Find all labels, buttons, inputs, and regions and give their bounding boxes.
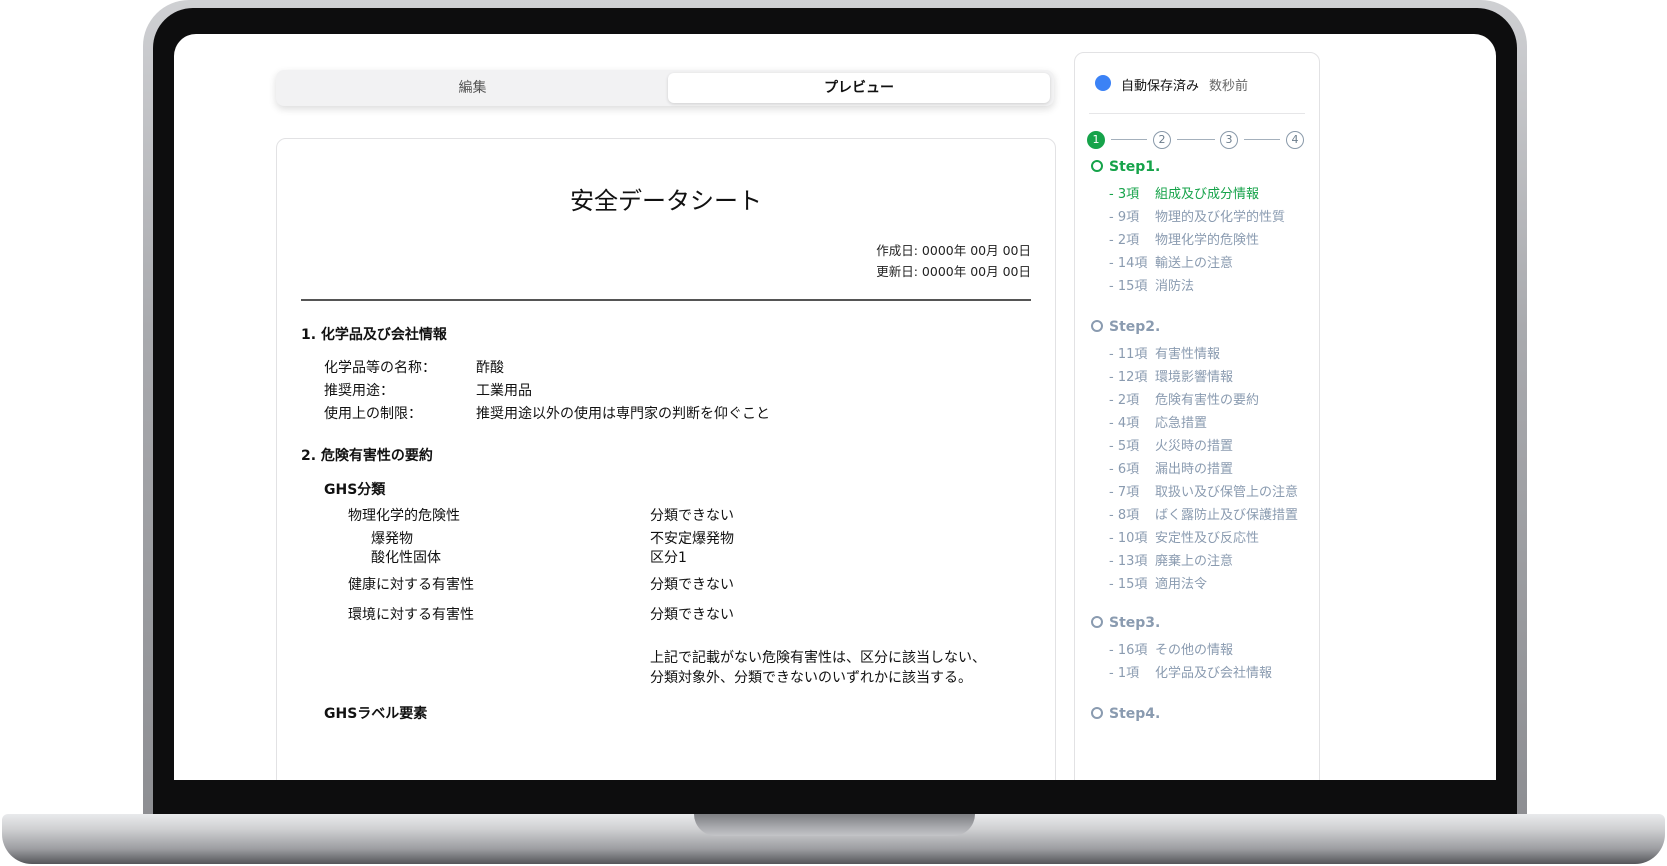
stepper-step-4[interactable]: 4 — [1286, 131, 1304, 149]
stepper-connector — [1177, 139, 1215, 140]
progress-panel: 自動保存済み 数秒前 1 2 3 4 Step1. - 3項 組成及び成分情報 -… — [1074, 52, 1320, 780]
step-item[interactable]: - 4項 応急措置 — [1109, 412, 1207, 431]
step-item[interactable]: - 3項 組成及び成分情報 — [1109, 183, 1259, 202]
updated-date: 更新日: 0000年 00月 00日 — [876, 264, 1031, 279]
hazard-value: 区分1 — [650, 550, 687, 566]
stepper-step-1[interactable]: 1 — [1087, 131, 1105, 149]
step-item[interactable]: - 5項 火災時の措置 — [1109, 435, 1233, 454]
hazard-label: 環境に対する有害性 — [348, 607, 474, 623]
hazard-value: 不安定爆発物 — [650, 531, 734, 547]
step-item[interactable]: - 8項 ばく露防止及び保護措置 — [1109, 504, 1298, 523]
field-label: 推奨用途： — [324, 383, 394, 399]
hazard-label: 爆発物 — [371, 531, 413, 547]
hazard-value: 分類できない — [650, 577, 734, 593]
step-ring-icon — [1091, 706, 1103, 719]
step-ring-icon — [1091, 159, 1103, 172]
step-item[interactable]: - 13項 廃棄上の注意 — [1109, 550, 1233, 569]
field-label: 化学品等の名称： — [324, 360, 436, 376]
document-title: 安全データシート — [570, 187, 762, 215]
hazard-value: 分類できない — [650, 607, 734, 623]
view-tabs: 編集 プレビュー — [276, 70, 1054, 106]
screen: 編集 プレビュー 安全データシート 作成日: 0000年 00月 00日 更新日… — [174, 34, 1496, 780]
step-4-heading[interactable]: Step4. — [1091, 706, 1160, 722]
stepper-step-3[interactable]: 3 — [1220, 131, 1238, 149]
step-item[interactable]: - 2項 危険有害性の要約 — [1109, 389, 1259, 408]
hazard-note: 上記で記載がない危険有害性は、区分に該当しない、分類対象外、分類できないのいずれ… — [650, 650, 986, 686]
step-ring-icon — [1091, 319, 1103, 332]
field-value: 酢酸 — [476, 360, 504, 376]
step-1-heading[interactable]: Step1. — [1091, 159, 1160, 175]
hazard-label: 酸化性固体 — [371, 550, 441, 566]
hazard-label: 健康に対する有害性 — [348, 577, 474, 593]
step-item[interactable]: - 15項 消防法 — [1109, 275, 1194, 294]
step-item[interactable]: - 12項 環境影響情報 — [1109, 366, 1233, 385]
step-3-heading[interactable]: Step3. — [1091, 615, 1160, 631]
title-divider — [301, 299, 1031, 301]
stepper-step-2[interactable]: 2 — [1153, 131, 1171, 149]
step-2-heading[interactable]: Step2. — [1091, 319, 1160, 335]
field-label: 使用上の制限： — [324, 406, 422, 422]
autosave-label: 自動保存済み — [1121, 79, 1200, 94]
field-value: 工業用品 — [476, 383, 532, 399]
step-item[interactable]: - 11項 有害性情報 — [1109, 343, 1220, 362]
created-date: 作成日: 0000年 00月 00日 — [876, 243, 1031, 258]
step-item[interactable]: - 14項 輸送上の注意 — [1109, 252, 1233, 271]
document-preview: 安全データシート 作成日: 0000年 00月 00日 更新日: 0000年 0… — [276, 138, 1056, 780]
stepper-connector — [1111, 139, 1147, 140]
section-2-heading: 2. 危険有害性の要約 — [301, 448, 433, 464]
step-ring-icon — [1091, 615, 1103, 628]
field-value: 推奨用途以外の使用は専門家の判断を仰ぐこと — [476, 406, 770, 422]
hazard-label: 物理化学的危険性 — [348, 508, 460, 524]
step-item[interactable]: - 2項 物理化学的危険性 — [1109, 229, 1259, 248]
laptop-notch — [694, 814, 975, 836]
autosave-time: 数秒前 — [1209, 79, 1249, 94]
step-item[interactable]: - 6項 漏出時の措置 — [1109, 458, 1233, 477]
ghs-label-heading: GHSラベル要素 — [324, 706, 428, 722]
step-item[interactable]: - 1項 化学品及び会社情報 — [1109, 662, 1272, 681]
step-item[interactable]: - 16項 その他の情報 — [1109, 639, 1233, 658]
stepper-connector — [1244, 139, 1280, 140]
tab-preview[interactable]: プレビュー — [668, 73, 1050, 103]
ghs-classification-heading: GHS分類 — [324, 482, 386, 498]
section-1-heading: 1. 化学品及び会社情報 — [301, 327, 447, 343]
autosave-dot-icon — [1095, 75, 1111, 91]
step-item[interactable]: - 9項 物理的及び化学的性質 — [1109, 206, 1285, 225]
step-item[interactable]: - 10項 安定性及び反応性 — [1109, 527, 1259, 546]
step-item[interactable]: - 7項 取扱い及び保管上の注意 — [1109, 481, 1298, 500]
step-item[interactable]: - 15項 適用法令 — [1109, 573, 1207, 592]
panel-divider — [1089, 113, 1305, 114]
tab-edit[interactable]: 編集 — [280, 73, 665, 103]
hazard-value: 分類できない — [650, 508, 734, 524]
